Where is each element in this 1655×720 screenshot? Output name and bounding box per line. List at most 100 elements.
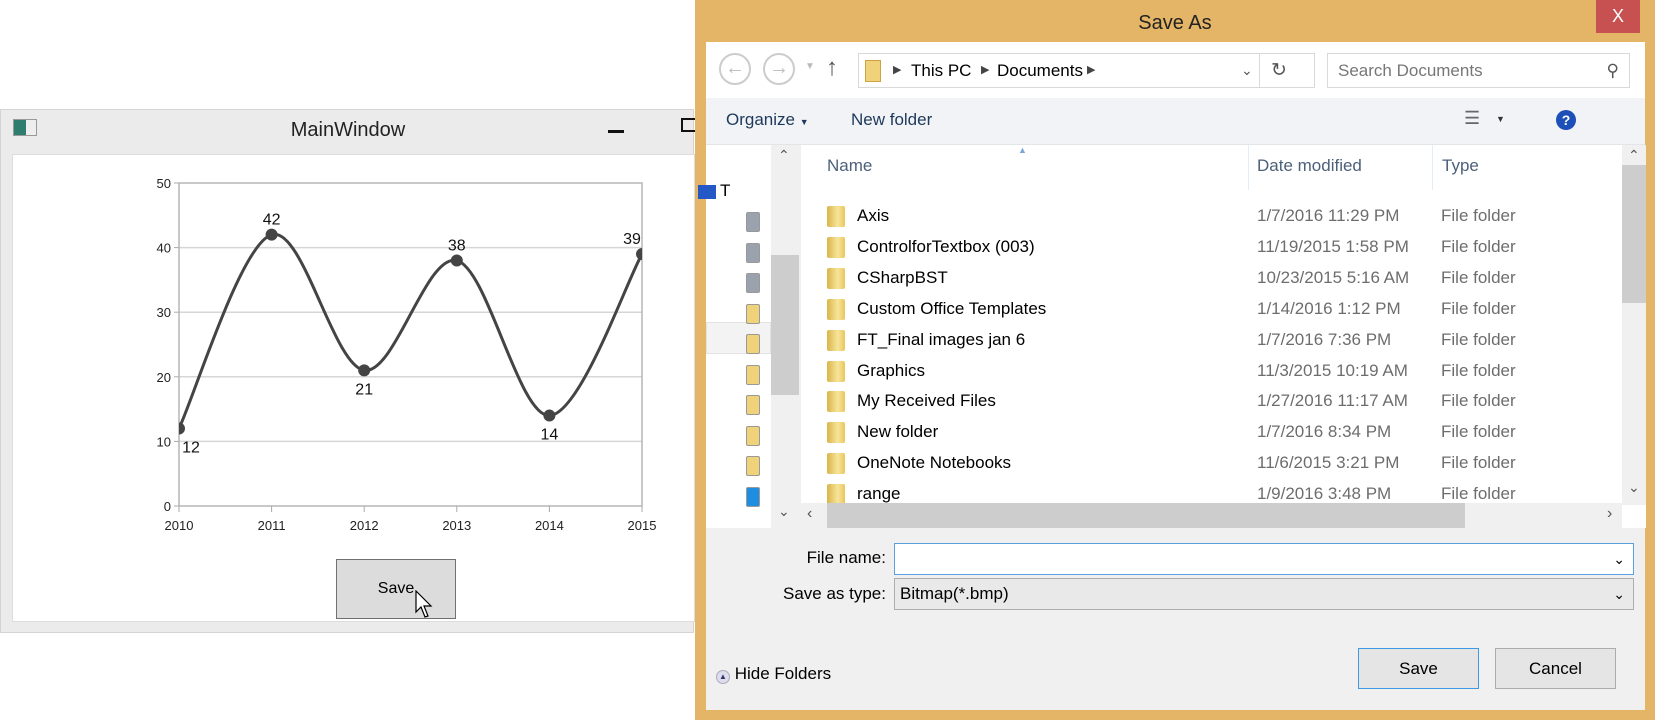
file-row[interactable]: Graphics 11/3/2015 10:19 AM File folder (801, 356, 1621, 387)
up-arrow-icon[interactable]: ↑ (826, 54, 838, 82)
scroll-up-icon[interactable]: ⌃ (778, 147, 790, 164)
data-point (358, 364, 371, 377)
navigation-pane: T ⌃ ⌄ (698, 145, 799, 528)
organize-button[interactable]: Organize ▼ (726, 110, 809, 130)
breadcrumb-documents[interactable]: Documents (997, 54, 1083, 87)
file-type: File folder (1441, 360, 1516, 380)
main-window: MainWindow 0 10 20 30 40 50 2010 2011 2012 2013 20… (0, 109, 697, 633)
hide-folders-button[interactable]: ▲ Hide Folders (716, 664, 831, 684)
vertical-scrollbar[interactable]: ⌃ ⌄ (1622, 145, 1646, 505)
column-header-name[interactable]: Name (827, 145, 1247, 190)
recent-dropdown-icon[interactable]: ▼ (805, 61, 815, 72)
pictures-folder-icon[interactable] (746, 425, 760, 446)
minimize-button[interactable] (608, 130, 624, 133)
collapse-icon: ▲ (716, 670, 730, 684)
horizontal-scrollbar[interactable]: ‹ › (801, 503, 1622, 528)
file-name-input[interactable]: ⌄ (894, 543, 1634, 575)
save-as-type-label: Save as type: (782, 584, 886, 603)
file-name: ControlforTextbox (003) (857, 236, 1035, 256)
file-name: OneNote Notebooks (857, 453, 1012, 473)
windows-drive-icon[interactable] (746, 486, 760, 507)
x-tick-label: 2014 (535, 518, 564, 533)
back-arrow-icon[interactable]: ← (719, 53, 751, 85)
file-type: File folder (1441, 267, 1516, 287)
network-drive-icon[interactable] (746, 212, 760, 232)
plot-area (178, 182, 643, 507)
column-header-type[interactable]: Type (1432, 145, 1582, 190)
file-name: CSharpBST (857, 267, 948, 287)
window-title: MainWindow (290, 119, 406, 141)
dropdown-arrow-icon[interactable]: ▼ (1496, 114, 1505, 124)
documents-folder-icon (865, 60, 881, 82)
documents-folder-icon[interactable] (746, 334, 760, 354)
file-row[interactable]: ControlforTextbox (003) 11/19/2015 1:58 … (801, 232, 1621, 263)
y-tick-label: 10 (157, 434, 171, 449)
data-label: 38 (448, 238, 466, 255)
breadcrumb-this-pc[interactable]: This PC (911, 54, 971, 87)
music-folder-icon[interactable] (746, 395, 760, 415)
file-type: File folder (1441, 391, 1516, 411)
file-name: FT_Final images jan 6 (857, 329, 1026, 349)
toolbar: Organize ▼ New folder ☰ ▼ ? (706, 98, 1645, 145)
selected-nav-item[interactable] (706, 322, 771, 354)
folder-icon (827, 206, 845, 227)
help-icon[interactable]: ? (1556, 110, 1576, 130)
dialog-save-button[interactable]: Save (1358, 648, 1479, 689)
data-point (179, 422, 185, 435)
file-row[interactable]: Axis 1/7/2016 11:29 PM File folder (801, 201, 1621, 232)
this-pc-icon[interactable] (698, 185, 716, 199)
column-header-date[interactable]: Date modified (1248, 145, 1432, 190)
close-button[interactable]: X (1596, 0, 1640, 33)
file-row[interactable]: My Received Files 1/27/2016 11:17 AM Fil… (801, 386, 1621, 417)
file-row[interactable]: New folder 1/7/2016 8:34 PM File folder (801, 417, 1621, 448)
file-row[interactable]: OneNote Notebooks 11/6/2015 3:21 PM File… (801, 448, 1621, 479)
scroll-left-icon[interactable]: ‹ (807, 505, 812, 523)
chevron-down-icon[interactable]: ⌄ (1613, 544, 1625, 574)
x-tick-label: 2010 (165, 518, 194, 533)
network-drive-icon[interactable] (746, 273, 760, 293)
folder-icon (827, 236, 845, 258)
scroll-thumb[interactable] (827, 503, 1465, 528)
cancel-button[interactable]: Cancel (1495, 648, 1616, 689)
nav-scrollbar[interactable]: ⌃ ⌄ (771, 145, 799, 528)
scroll-right-icon[interactable]: › (1607, 505, 1612, 523)
scroll-down-icon[interactable]: ⌄ (1628, 479, 1640, 496)
search-input[interactable]: Search Documents ⚲ (1327, 53, 1630, 88)
search-icon[interactable]: ⚲ (1607, 54, 1619, 87)
chevron-down-icon[interactable]: ⌄ (1241, 54, 1253, 87)
network-drive-icon[interactable] (746, 242, 760, 263)
new-folder-button[interactable]: New folder (851, 110, 932, 130)
data-label: 21 (355, 381, 373, 398)
folder-icon (827, 329, 845, 351)
save-as-type-select[interactable]: Bitmap(*.bmp) ⌄ (894, 578, 1634, 610)
videos-folder-icon[interactable] (746, 456, 760, 476)
downloads-folder-icon[interactable] (746, 364, 760, 385)
file-row[interactable]: CSharpBST 10/23/2015 5:16 AM File folder (801, 263, 1621, 294)
file-row[interactable]: Custom Office Templates 1/14/2016 1:12 P… (801, 294, 1621, 325)
file-list: ▲ Name Date modified Type Axis 1/7/2016 … (801, 145, 1646, 528)
file-row[interactable]: FT_Final images jan 6 1/7/2016 7:36 PM F… (801, 325, 1621, 356)
folder-icon (827, 422, 845, 444)
forward-arrow-icon[interactable]: → (763, 53, 795, 85)
chevron-right-icon: ▶ (1087, 64, 1096, 76)
chevron-down-icon[interactable]: ⌄ (1613, 579, 1625, 609)
desktop-folder-icon[interactable] (746, 303, 760, 324)
folder-icon (827, 360, 845, 382)
data-label: 39 (623, 231, 641, 248)
scroll-down-icon[interactable]: ⌄ (778, 503, 790, 520)
file-name: Axis (857, 206, 890, 225)
file-name: My Received Files (857, 391, 996, 411)
address-bar[interactable]: ▶ This PC ▶ Documents ▶ ⌄ ↻ (858, 53, 1315, 88)
file-date: 11/19/2015 1:58 PM (1257, 236, 1409, 256)
file-date: 1/7/2016 7:36 PM (1257, 329, 1392, 349)
refresh-icon[interactable]: ↻ (1271, 54, 1287, 87)
file-date: 1/9/2016 3:48 PM (1257, 484, 1392, 504)
scroll-thumb[interactable] (771, 255, 799, 395)
nav-this-pc-label[interactable]: T (720, 181, 730, 201)
x-tick-label: 2012 (350, 518, 379, 533)
save-button[interactable]: Save (336, 559, 456, 619)
scroll-up-icon[interactable]: ⌃ (1628, 147, 1640, 164)
view-options-icon[interactable]: ☰ (1464, 108, 1480, 129)
line-chart: 0 10 20 30 40 50 2010 2011 2012 2013 2014 2015 12 42 2… (157, 176, 657, 533)
scroll-thumb[interactable] (1622, 165, 1646, 303)
